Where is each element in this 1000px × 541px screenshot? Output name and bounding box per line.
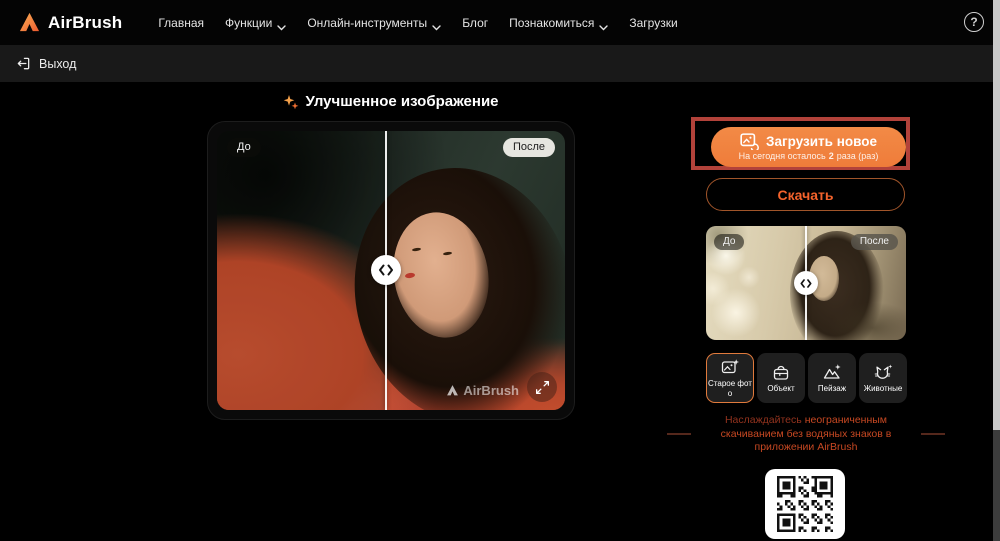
category-label: Пейзаж — [817, 383, 847, 393]
dash-divider — [667, 433, 691, 436]
category-landscape[interactable]: Пейзаж — [808, 353, 856, 403]
page: AirBrush Главная Функции Онлайн-инструме… — [0, 0, 1000, 541]
page-title-text: Улучшенное изображение — [305, 93, 499, 110]
preview-before-badge: До — [714, 234, 745, 250]
sub-nav: Выход — [0, 45, 1000, 82]
page-title: Улучшенное изображение — [207, 93, 575, 110]
expand-icon — [535, 380, 549, 394]
nav-item-downloads[interactable]: Загрузки — [627, 10, 679, 36]
old-photo-icon — [720, 358, 740, 377]
brand[interactable]: AirBrush — [18, 11, 122, 34]
download-button[interactable]: Скачать — [706, 178, 905, 211]
qr-pattern — [777, 476, 833, 532]
scrollbar-thumb[interactable] — [993, 0, 1000, 430]
top-nav: AirBrush Главная Функции Онлайн-инструме… — [0, 0, 1000, 45]
chevron-down-icon — [599, 20, 609, 30]
fullscreen-button[interactable] — [527, 372, 557, 402]
upload-highlight-box: Загрузить новое На сегодня осталось 2 раза… — [691, 117, 910, 170]
preview-slider-handle[interactable] — [794, 271, 818, 295]
chevron-down-icon — [432, 20, 441, 30]
nav-item-blog[interactable]: Блог — [460, 10, 490, 36]
sparkles-icon — [283, 94, 299, 110]
left-right-arrows-icon — [800, 278, 812, 288]
help-button[interactable]: ? — [964, 12, 984, 32]
before-after-image: До После AirBrush — [217, 131, 565, 410]
object-icon — [771, 363, 791, 382]
before-badge: До — [227, 138, 261, 157]
logout-label: Выход — [39, 56, 77, 71]
logout-icon — [16, 56, 31, 71]
category-old-photo[interactable]: Старое фото — [706, 353, 754, 403]
category-label: Старое фото — [708, 379, 752, 398]
main-menu: Главная Функции Онлайн-инструменты Блог … — [156, 10, 679, 36]
compare-slider-handle[interactable] — [370, 255, 401, 285]
upload-new-button[interactable]: Загрузить новое На сегодня осталось 2 раза… — [711, 127, 906, 167]
question-icon: ? — [970, 15, 978, 29]
preview-before-after: До После — [706, 226, 906, 340]
dash-divider — [921, 433, 945, 436]
airbrush-logo-icon — [18, 11, 41, 34]
chevron-down-icon — [277, 20, 287, 30]
promo-text: Наслаждайтесь неограниченным скачиванием … — [720, 414, 892, 453]
before-dim-overlay — [217, 131, 386, 410]
reupload-image-icon — [740, 133, 759, 150]
airbrush-watermark: AirBrush — [446, 383, 519, 398]
qr-code — [765, 469, 845, 539]
preview-after-badge: После — [850, 234, 898, 250]
airbrush-logo-icon — [447, 385, 459, 396]
landscape-icon — [822, 363, 842, 382]
logout-button[interactable]: Выход — [16, 56, 76, 71]
upload-remaining-text: На сегодня осталось 2 раза (раз) — [738, 151, 879, 161]
category-list: Старое фото Объект Пейзаж Животные — [706, 353, 907, 403]
nav-item-main[interactable]: Главная — [156, 10, 206, 36]
animals-icon — [873, 363, 893, 382]
category-object[interactable]: Объект — [757, 353, 805, 403]
compare-card: До После AirBrush — [207, 121, 575, 420]
brand-name: AirBrush — [48, 12, 123, 32]
nav-item-features[interactable]: Функции — [223, 10, 288, 36]
scrollbar — [993, 0, 1000, 541]
promo: Наслаждайтесь неограниченным скачиванием … — [666, 414, 946, 455]
upload-new-label: Загрузить новое — [766, 134, 877, 149]
category-animals[interactable]: Животные — [859, 353, 907, 403]
category-label: Объект — [767, 383, 795, 393]
nav-item-online-tools[interactable]: Онлайн-инструменты — [305, 10, 443, 36]
category-label: Животные — [863, 383, 903, 393]
after-badge: После — [502, 138, 555, 157]
nav-item-about[interactable]: Познакомиться — [507, 10, 610, 36]
left-right-arrows-icon — [378, 264, 393, 276]
